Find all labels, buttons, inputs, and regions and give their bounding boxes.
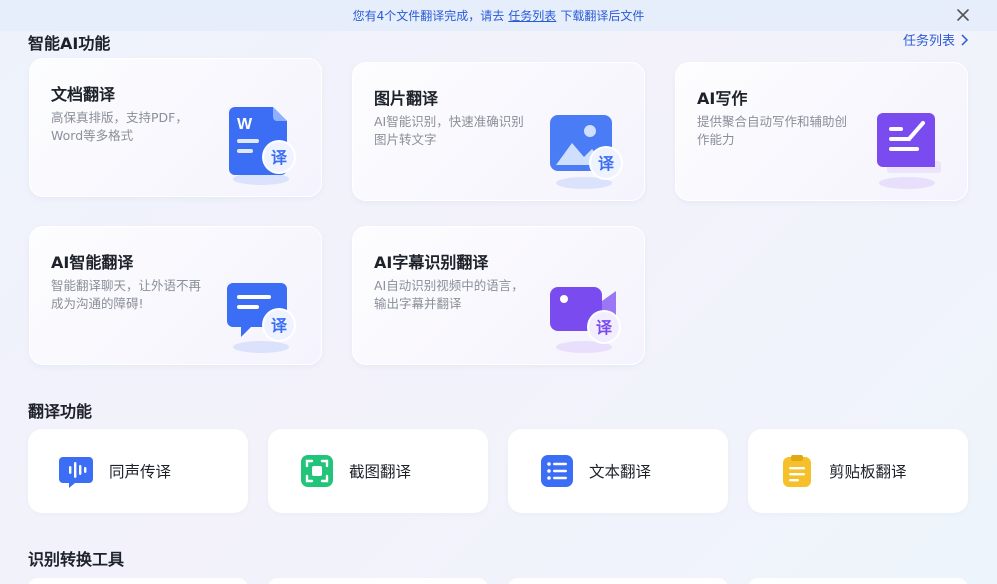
tile-simultaneous-interpretation[interactable]: 同声传译 <box>28 429 248 513</box>
card-title: AI字幕识别翻译 <box>374 253 489 272</box>
tile-label: 同声传译 <box>109 463 172 481</box>
tile-label: 文本翻译 <box>589 463 652 481</box>
tile-clipboard-translate[interactable]: 剪贴板翻译 <box>748 429 968 513</box>
card-ai-smart-translate[interactable]: AI智能翻译 智能翻译聊天，让外语不再成为沟通的障碍! 译 <box>29 226 322 365</box>
clipboard-icon <box>783 455 811 487</box>
tile-label: 截图翻译 <box>349 463 412 481</box>
svg-text:译: 译 <box>596 318 613 337</box>
card-document-translate[interactable]: 文档翻译 高保真排版，支持PDF，Word等多格式 W 译 <box>29 58 322 197</box>
tile-label: 剪贴板翻译 <box>829 463 907 481</box>
card-desc: 智能翻译聊天，让外语不再成为沟通的障碍! <box>51 278 202 311</box>
section-title-translate: 翻译功能 <box>28 402 93 421</box>
svg-text:译: 译 <box>271 148 288 167</box>
chevron-right-icon <box>961 33 969 46</box>
tool-tile-partial[interactable] <box>28 578 248 584</box>
section-title-ai: 智能AI功能 <box>28 34 111 53</box>
card-title: 图片翻译 <box>374 89 439 108</box>
svg-text:译: 译 <box>271 316 288 335</box>
tile-text-translate[interactable]: 文本翻译 <box>508 429 728 513</box>
card-desc: 提供聚合自动写作和辅助创作能力 <box>697 114 848 147</box>
close-icon[interactable] <box>955 7 971 23</box>
card-title: AI写作 <box>697 89 748 108</box>
card-desc: AI智能识别，快速准确识别图片转文字 <box>374 114 524 147</box>
svg-text:W: W <box>237 116 253 133</box>
image-icon: 译 <box>550 115 623 189</box>
card-image-translate[interactable]: 图片翻译 AI智能识别，快速准确识别图片转文字 译 <box>352 62 645 201</box>
banner-text-after: 下载翻译后文件 <box>560 9 645 23</box>
task-list-label: 任务列表 <box>902 34 955 49</box>
tool-tile-partial[interactable] <box>508 578 728 584</box>
section-title-tools: 识别转换工具 <box>28 550 125 569</box>
card-title: AI智能翻译 <box>51 253 134 272</box>
task-list-link[interactable]: 任务列表 <box>903 30 969 49</box>
tool-tile-partial[interactable] <box>748 578 968 584</box>
tool-tile-partial[interactable] <box>268 578 488 584</box>
card-ai-subtitle-translate[interactable]: AI字幕识别翻译 AI自动识别视频中的语言，输出字幕并翻译 译 <box>352 226 645 365</box>
card-desc: AI自动识别视频中的语言，输出字幕并翻译 <box>374 278 524 311</box>
card-desc: 高保真排版，支持PDF，Word等多格式 <box>51 110 188 143</box>
card-ai-writing[interactable]: AI写作 提供聚合自动写作和辅助创作能力 <box>675 62 968 201</box>
voice-waveform-icon <box>59 457 93 488</box>
banner-text-before: 您有4个文件翻译完成，请去 <box>352 9 505 23</box>
video-camera-icon: 译 <box>550 287 621 353</box>
word-document-icon: W 译 <box>229 107 296 185</box>
svg-text:译: 译 <box>598 154 615 173</box>
chat-bubble-icon: 译 <box>227 283 296 353</box>
banner-task-list-link[interactable]: 任务列表 <box>508 7 556 24</box>
notification-banner: 您有4个文件翻译完成，请去 任务列表 下载翻译后文件 <box>0 0 997 31</box>
writing-icon <box>877 113 941 189</box>
tile-screenshot-translate[interactable]: 截图翻译 <box>268 429 488 513</box>
card-title: 文档翻译 <box>51 85 116 104</box>
text-list-icon <box>541 455 573 487</box>
screenshot-icon <box>301 455 333 487</box>
